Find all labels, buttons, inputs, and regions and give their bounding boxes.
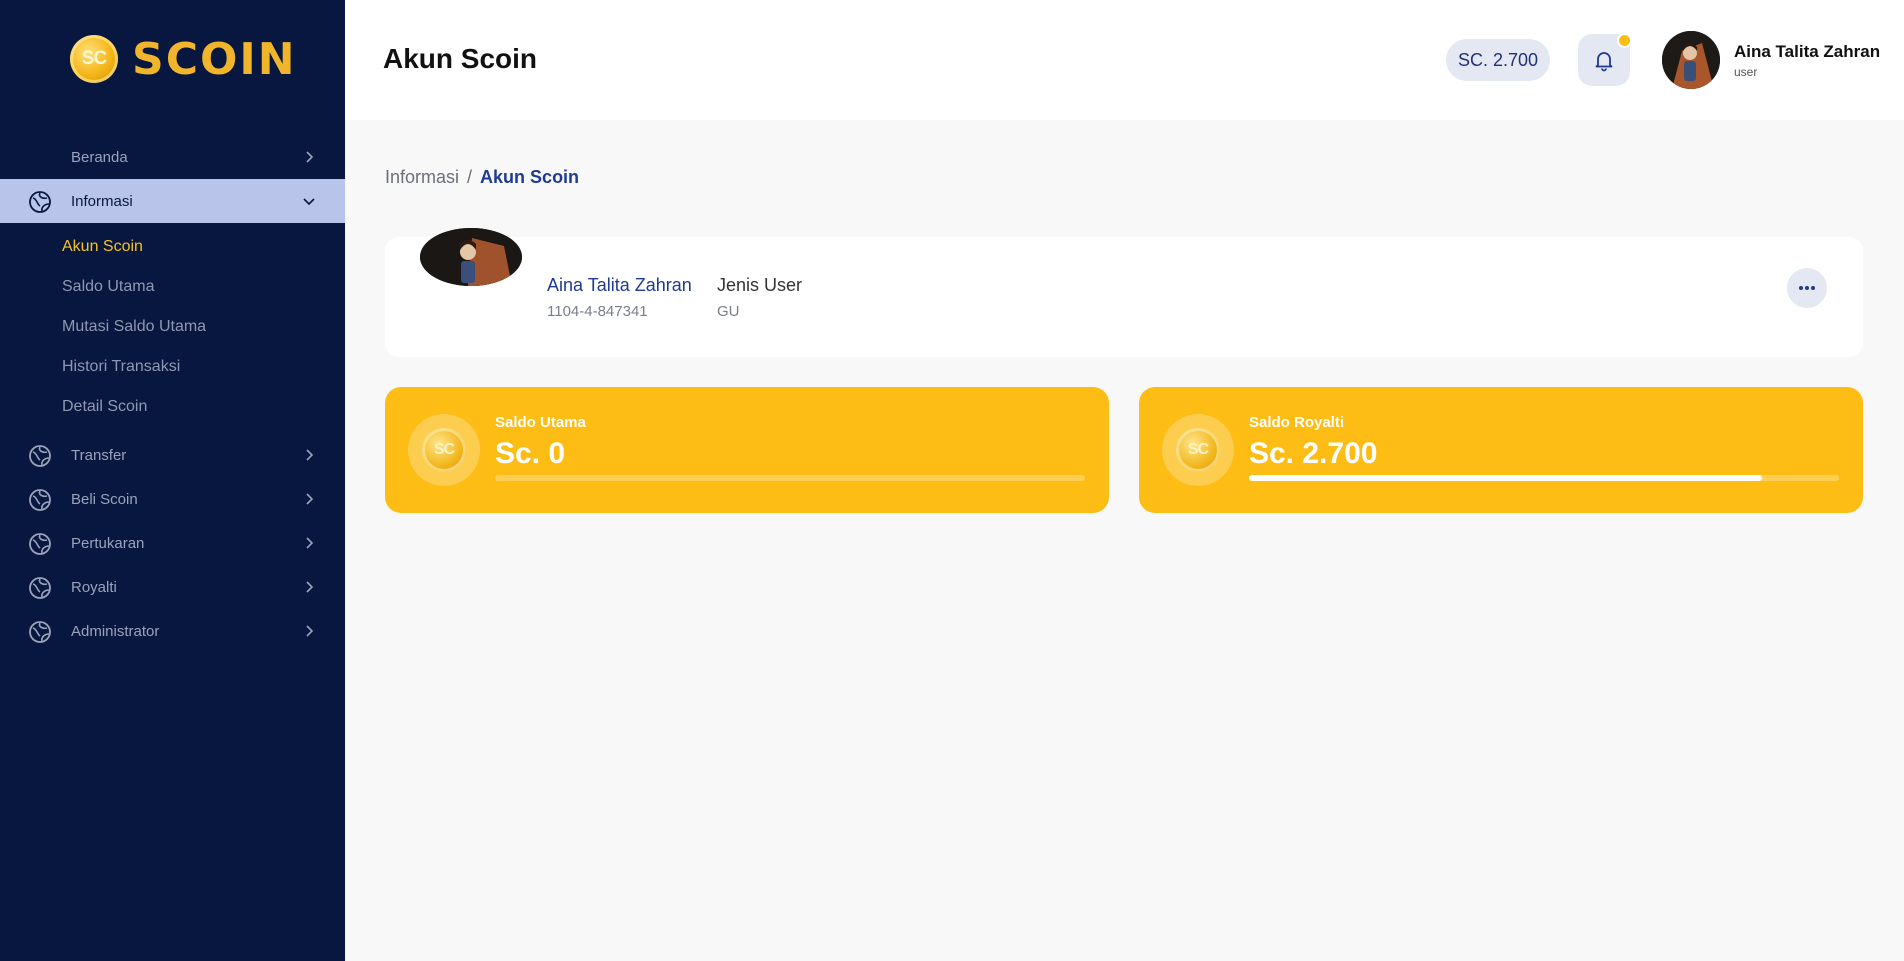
globe-icon	[29, 577, 51, 599]
sidebar-item-beranda[interactable]: Beranda	[0, 135, 345, 179]
sidebar-item-label: Informasi	[71, 192, 133, 210]
chevron-right-icon	[306, 581, 314, 593]
chevron-right-icon	[306, 493, 314, 505]
globe-icon	[29, 489, 51, 511]
balance-progress-fill	[1249, 475, 1763, 481]
breadcrumb-parent[interactable]: Informasi	[385, 167, 459, 188]
profile-avatar	[420, 228, 522, 286]
sidebar-item-label: Beli Scoin	[71, 490, 138, 508]
submenu-item-akun-scoin[interactable]: Akun Scoin	[0, 227, 345, 267]
breadcrumb: Informasi / Akun Scoin	[385, 167, 579, 188]
balance-progress-bar	[1249, 475, 1839, 481]
coin-logo-icon: SC	[70, 35, 118, 83]
sidebar: SC SCOIN Beranda Informasi Akun Scoin Sa…	[0, 0, 345, 961]
chevron-right-icon	[306, 449, 314, 461]
chevron-right-icon	[306, 625, 314, 637]
sidebar-item-label: Administrator	[71, 622, 160, 640]
breadcrumb-current: Akun Scoin	[480, 167, 580, 187]
breadcrumb-separator: /	[467, 167, 473, 187]
more-horizontal-icon	[1799, 286, 1815, 290]
sidebar-item-administrator[interactable]: Administrator	[0, 609, 345, 653]
coin-icon: SC	[408, 414, 480, 486]
header-balance-badge: SC. 2.700	[1446, 39, 1551, 81]
balance-card-saldo-royalti: SC Saldo Royalti Sc. 2.700	[1139, 387, 1863, 513]
globe-icon	[29, 445, 51, 467]
profile-account-number: 1104-4-847341	[547, 303, 648, 320]
sidebar-item-royalti[interactable]: Royalti	[0, 565, 345, 609]
sidebar-item-label: Beranda	[71, 148, 128, 166]
brand-logo[interactable]: SC SCOIN	[70, 33, 297, 85]
avatar[interactable]	[1662, 31, 1720, 89]
sidebar-item-pertukaran[interactable]: Pertukaran	[0, 521, 345, 565]
profile-photo	[420, 228, 522, 286]
top-header: Akun Scoin SC. 2.700 Aina Talita Zahran …	[345, 0, 1904, 120]
chevron-right-icon	[306, 537, 314, 549]
globe-icon	[29, 621, 51, 643]
chevron-right-icon	[306, 151, 314, 163]
chevron-down-icon	[303, 198, 315, 206]
balance-amount: Sc. 2.700	[1249, 437, 1378, 470]
submenu-item-detail-scoin[interactable]: Detail Scoin	[0, 387, 345, 427]
profile-type-value: GU	[717, 303, 740, 320]
balance-label: Saldo Royalti	[1249, 414, 1345, 431]
profile-name: Aina Talita Zahran	[547, 275, 692, 295]
header-user-name: Aina Talita Zahran	[1734, 42, 1881, 61]
globe-icon	[29, 191, 51, 213]
bell-icon	[1595, 52, 1613, 72]
sidebar-item-beli-scoin[interactable]: Beli Scoin	[0, 477, 345, 521]
balance-progress-bar	[495, 475, 1085, 481]
globe-icon	[29, 533, 51, 555]
balance-amount: Sc. 0	[495, 437, 566, 470]
page-title: Akun Scoin	[383, 43, 538, 74]
sidebar-item-label: Transfer	[71, 446, 127, 464]
balance-label: Saldo Utama	[495, 414, 586, 431]
sidebar-item-informasi[interactable]: Informasi	[0, 179, 345, 223]
submenu-item-histori-transaksi[interactable]: Histori Transaksi	[0, 347, 345, 387]
header-user-role: user	[1734, 65, 1758, 79]
submenu-informasi: Akun Scoin Saldo Utama Mutasi Saldo Utam…	[0, 223, 345, 433]
coin-icon: SC	[1162, 414, 1234, 486]
sidebar-menu: Beranda Informasi Akun Scoin Saldo Utama…	[0, 135, 345, 653]
balance-card-saldo-utama: SC Saldo Utama Sc. 0	[385, 387, 1109, 513]
sidebar-item-transfer[interactable]: Transfer	[0, 433, 345, 477]
sidebar-item-label: Royalti	[71, 578, 117, 596]
brand-name: SCOIN	[132, 33, 297, 85]
more-options-button[interactable]	[1787, 268, 1827, 308]
submenu-item-mutasi-saldo-utama[interactable]: Mutasi Saldo Utama	[0, 307, 345, 347]
notification-dot	[1617, 33, 1632, 48]
profile-type-label: Jenis User	[717, 275, 803, 295]
notification-button[interactable]	[1578, 33, 1632, 86]
sidebar-item-label: Pertukaran	[71, 534, 145, 552]
profile-card: Aina Talita Zahran 1104-4-847341 Jenis U…	[385, 228, 1863, 357]
submenu-item-saldo-utama[interactable]: Saldo Utama	[0, 267, 345, 307]
user-photo	[1662, 31, 1720, 89]
